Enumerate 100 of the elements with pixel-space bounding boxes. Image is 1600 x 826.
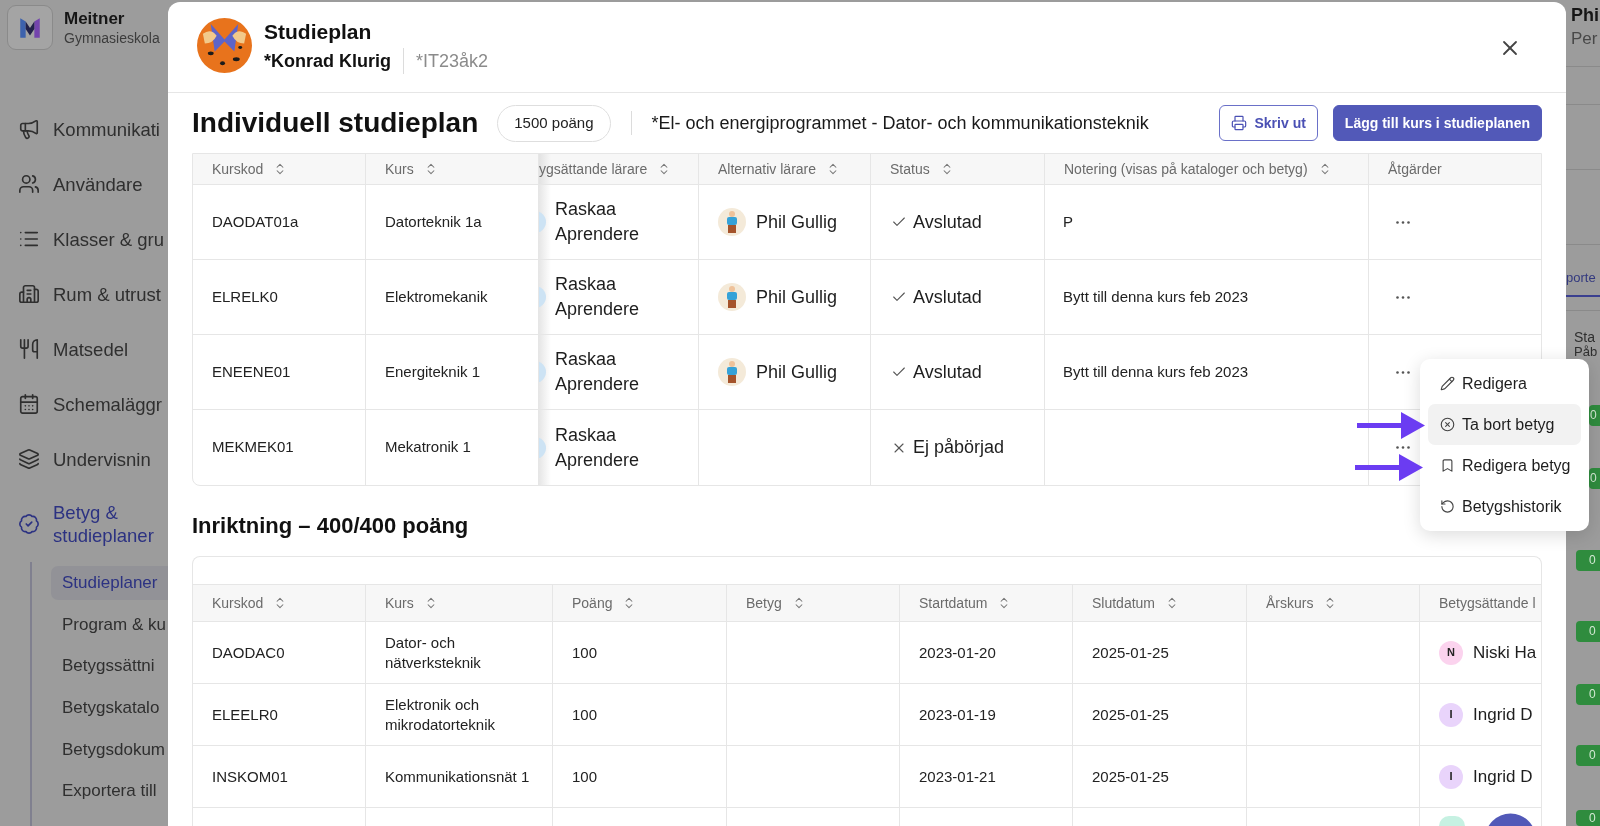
section-heading: Inriktning – 400/400 poäng <box>192 512 470 540</box>
print-button[interactable]: Skriv ut <box>1218 105 1318 141</box>
table-cell: 2025-01-25 <box>1073 622 1247 684</box>
pointer-arrow <box>1355 454 1423 481</box>
table-cell: P <box>1045 185 1369 260</box>
nav-item[interactable]: Kommunikati <box>0 101 168 157</box>
teacher-name: Ingrid D <box>1473 703 1533 726</box>
initial-avatar: N <box>1439 640 1463 665</box>
table-cell: ENEENE01 <box>193 335 366 410</box>
menu-item[interactable]: Betygshistorik <box>1428 486 1581 527</box>
column-header[interactable]: Startdatum <box>900 584 1073 622</box>
count-badge: 0 <box>1576 550 1600 571</box>
status-label: Avslutad <box>913 285 982 309</box>
avatar-icon <box>539 361 546 383</box>
rotate-left-icon <box>1440 499 1455 514</box>
school-name: Meitner <box>64 8 126 29</box>
more-button[interactable] <box>1396 220 1410 224</box>
utensils-icon <box>18 338 40 361</box>
nav-item[interactable]: Betyg & studieplaner <box>0 486 168 562</box>
table-cell: Kommunikationsnät 1 <box>366 746 553 808</box>
initial-avatar: I <box>1439 764 1463 789</box>
column-header[interactable]: Alternativ lärare <box>699 154 871 185</box>
dialog-title: Studieplan <box>264 19 373 45</box>
person-role: Per <box>1571 29 1599 49</box>
teacher-name: Phil Gullig <box>756 360 838 384</box>
table-cell: Bytt till denna kurs feb 2023 <box>1045 260 1369 335</box>
student-name: *Konrad Klurig <box>264 50 391 73</box>
menu-item[interactable]: Redigera betyg <box>1428 445 1581 486</box>
count-badge: 0 <box>1576 684 1600 705</box>
table-cell: 100 <box>553 684 727 746</box>
status-label: Ej påbörjad <box>913 436 1005 459</box>
more-button[interactable] <box>1396 370 1410 374</box>
teacher-name: Raskaa Aprendere <box>555 273 641 321</box>
count-badge: 0 <box>1589 405 1600 426</box>
column-header[interactable]: Poäng <box>553 584 727 622</box>
nav-subitem[interactable]: Exportera till <box>51 774 168 809</box>
more-button[interactable] <box>1396 295 1410 299</box>
building-icon <box>18 283 40 306</box>
column-header[interactable]: Betyg <box>727 584 900 622</box>
class-name: *IT23åk2 <box>416 50 489 73</box>
nav-item[interactable]: Schemaläggr <box>0 376 168 432</box>
teacher-name: Raskaa Aprendere <box>555 423 641 472</box>
initial-avatar: I <box>1439 702 1463 727</box>
table-cell: ELRELK0 <box>193 260 366 335</box>
column-header[interactable]: Kurskod <box>193 584 366 622</box>
pencil-icon <box>1440 376 1455 391</box>
nav-subitem[interactable]: Studieplaner <box>51 565 168 600</box>
avatar-icon <box>539 436 546 459</box>
count-badge: 0 <box>1576 810 1600 826</box>
column-header[interactable]: Kurs <box>366 584 553 622</box>
count-badge: 0 <box>1576 745 1600 766</box>
nav-subitem[interactable]: Betygskatalo <box>51 690 168 725</box>
nav-subitem[interactable]: Betygsdokum <box>51 732 168 767</box>
table-cell: MEKMEK01 <box>193 410 366 485</box>
column-header[interactable]: Status <box>871 154 1045 185</box>
column-header[interactable]: Kurskod <box>193 154 366 185</box>
table-cell: 2023-01-19 <box>900 684 1073 746</box>
tab[interactable]: porte <box>1566 268 1600 297</box>
teacher-name: Raskaa Aprendere <box>555 198 641 246</box>
more-icon <box>1396 446 1410 449</box>
people-icon <box>18 173 40 196</box>
column-header[interactable]: Notering (visas på kataloger och betyg) <box>1045 154 1369 185</box>
teacher-name: Phil Gullig <box>756 210 838 234</box>
teacher-name: Niski Ha <box>1473 641 1537 664</box>
table-cell: INSKOM01 <box>193 746 366 808</box>
table-cell: Dator- och nätverksteknik <box>366 622 553 684</box>
nav-item[interactable]: Undervisnin <box>0 431 168 487</box>
nav-item[interactable]: Matsedel <box>0 321 168 377</box>
pointer-arrow <box>1357 412 1425 439</box>
avatar-icon <box>197 18 252 73</box>
table-cell: Bytt till denna kurs feb 2023 <box>1045 335 1369 410</box>
table-cell: DAODAC0 <box>193 622 366 684</box>
more-button[interactable] <box>1396 446 1410 449</box>
status-value: Påb <box>1574 345 1599 359</box>
count-badge: 0 <box>1589 468 1600 489</box>
more-icon <box>1396 370 1410 374</box>
teacher-name: Raskaa Aprendere <box>555 348 641 396</box>
logo-icon <box>7 5 53 51</box>
table-cell: ELEELR0 <box>193 684 366 746</box>
column-header[interactable]: Årskurs <box>1247 584 1420 622</box>
menu-item[interactable]: Redigera <box>1428 363 1581 404</box>
menu-item[interactable]: Ta bort betyg <box>1428 404 1581 445</box>
add-course-button[interactable]: Lägg till kurs i studieplanen <box>1332 105 1542 141</box>
badge-check-icon <box>18 513 40 536</box>
avatar-icon <box>539 286 546 308</box>
calendar-icon <box>18 393 40 416</box>
nav-item[interactable]: Rum & utrust <box>0 266 168 322</box>
column-header[interactable]: Kurs <box>366 154 539 185</box>
column-header: Betygsättande l <box>1420 584 1541 622</box>
status-label: Sta <box>1574 329 1596 345</box>
more-icon <box>1396 295 1410 299</box>
megaphone-icon <box>18 118 40 141</box>
nav-item[interactable]: Klasser & gru <box>0 211 168 267</box>
nav-subitem[interactable]: Program & ku <box>51 607 168 642</box>
avatar-icon <box>539 211 546 233</box>
nav-subitem[interactable]: Betygssättni <box>51 649 168 684</box>
column-header[interactable]: Slutdatum <box>1073 584 1247 622</box>
nav-item[interactable]: Användare <box>0 156 168 212</box>
column-header[interactable]: ygsättande lärare <box>539 154 699 185</box>
table-cell: 2025-01-25 <box>1073 684 1247 746</box>
